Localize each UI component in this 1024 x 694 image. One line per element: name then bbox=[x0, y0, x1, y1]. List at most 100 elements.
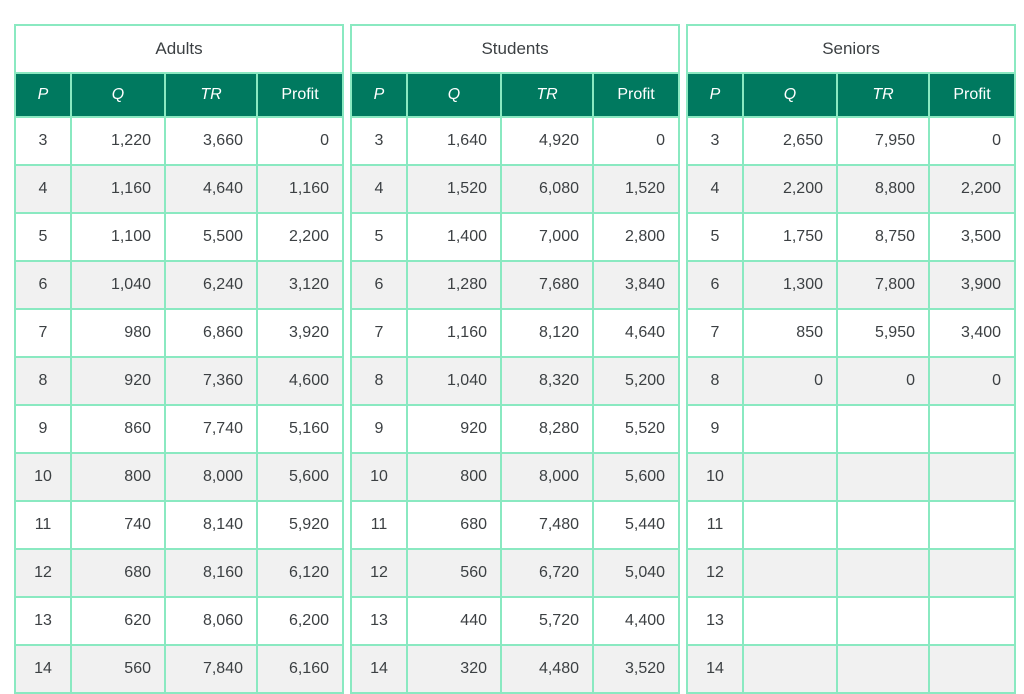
cell-profit: 2,200 bbox=[258, 214, 344, 262]
cell-profit: 0 bbox=[258, 118, 344, 166]
cell-profit: 3,400 bbox=[930, 310, 1017, 358]
cell-p: 4 bbox=[14, 166, 72, 214]
cell-p: 12 bbox=[686, 550, 744, 598]
cell-profit: 5,600 bbox=[258, 454, 344, 502]
cell-profit: 3,500 bbox=[930, 214, 1017, 262]
cell-profit: 6,160 bbox=[258, 646, 344, 694]
cell-tr: 7,840 bbox=[166, 646, 258, 694]
cell-tr: 4,640 bbox=[166, 166, 258, 214]
table-row: 11 740 8,140 5,920 bbox=[14, 502, 344, 550]
cell-p: 7 bbox=[686, 310, 744, 358]
cell-profit: 3,520 bbox=[594, 646, 681, 694]
cell-profit bbox=[930, 646, 1017, 694]
cell-tr: 8,750 bbox=[838, 214, 930, 262]
cell-p: 8 bbox=[350, 358, 408, 406]
group-block-adults: Adults P Q TR Profit 3 1,220 3,660 0 4 1,160 4,640 1… bbox=[14, 24, 344, 694]
cell-q: 320 bbox=[408, 646, 502, 694]
table-row: 3 2,650 7,950 0 bbox=[686, 118, 1017, 166]
cell-tr bbox=[838, 502, 930, 550]
cell-p: 11 bbox=[350, 502, 408, 550]
cell-tr: 8,320 bbox=[502, 358, 594, 406]
cell-tr: 5,950 bbox=[838, 310, 930, 358]
cell-q bbox=[744, 502, 838, 550]
cell-q: 920 bbox=[72, 358, 166, 406]
cell-p: 6 bbox=[14, 262, 72, 310]
group-title: Students bbox=[350, 24, 681, 74]
cell-tr: 0 bbox=[838, 358, 930, 406]
cell-p: 14 bbox=[686, 646, 744, 694]
cell-p: 11 bbox=[686, 502, 744, 550]
cell-q: 2,650 bbox=[744, 118, 838, 166]
column-header-q: Q bbox=[744, 74, 838, 118]
table-row: 10 bbox=[686, 454, 1017, 502]
cell-tr: 7,950 bbox=[838, 118, 930, 166]
group-title-row: Seniors bbox=[686, 24, 1017, 74]
cell-p: 7 bbox=[350, 310, 408, 358]
cell-q: 680 bbox=[408, 502, 502, 550]
cell-q: 1,300 bbox=[744, 262, 838, 310]
cell-p: 9 bbox=[350, 406, 408, 454]
cell-q: 1,040 bbox=[72, 262, 166, 310]
cell-q: 1,040 bbox=[408, 358, 502, 406]
cell-q: 740 bbox=[72, 502, 166, 550]
cell-q: 1,520 bbox=[408, 166, 502, 214]
cell-p: 6 bbox=[350, 262, 408, 310]
table-row: 14 bbox=[686, 646, 1017, 694]
cell-profit: 3,840 bbox=[594, 262, 681, 310]
cell-profit bbox=[930, 454, 1017, 502]
cell-p: 14 bbox=[14, 646, 72, 694]
cell-profit: 5,920 bbox=[258, 502, 344, 550]
cell-tr bbox=[838, 406, 930, 454]
table-row: 9 bbox=[686, 406, 1017, 454]
cell-q: 800 bbox=[72, 454, 166, 502]
cell-q: 620 bbox=[72, 598, 166, 646]
column-header-p: P bbox=[350, 74, 408, 118]
table-row: 5 1,400 7,000 2,800 bbox=[350, 214, 681, 262]
cell-p: 10 bbox=[14, 454, 72, 502]
table-row: 7 980 6,860 3,920 bbox=[14, 310, 344, 358]
cell-profit: 0 bbox=[930, 358, 1017, 406]
cell-p: 3 bbox=[14, 118, 72, 166]
cell-tr: 7,800 bbox=[838, 262, 930, 310]
group-table-seniors: Seniors P Q TR Profit 3 2,650 7,950 0 4 2,200 8,800… bbox=[686, 24, 1017, 694]
cell-tr: 8,060 bbox=[166, 598, 258, 646]
table-row: 6 1,300 7,800 3,900 bbox=[686, 262, 1017, 310]
cell-p: 9 bbox=[686, 406, 744, 454]
cell-tr: 8,000 bbox=[166, 454, 258, 502]
cell-profit: 5,440 bbox=[594, 502, 681, 550]
table-row: 6 1,280 7,680 3,840 bbox=[350, 262, 681, 310]
cell-p: 4 bbox=[686, 166, 744, 214]
cell-profit: 1,520 bbox=[594, 166, 681, 214]
cell-tr: 6,240 bbox=[166, 262, 258, 310]
table-row: 12 bbox=[686, 550, 1017, 598]
cell-p: 3 bbox=[350, 118, 408, 166]
cell-q: 1,220 bbox=[72, 118, 166, 166]
column-header-row: P Q TR Profit bbox=[686, 74, 1017, 118]
table-row: 11 bbox=[686, 502, 1017, 550]
group-title: Adults bbox=[14, 24, 344, 74]
cell-p: 13 bbox=[686, 598, 744, 646]
cell-tr: 4,480 bbox=[502, 646, 594, 694]
cell-tr: 8,160 bbox=[166, 550, 258, 598]
cell-profit: 2,200 bbox=[930, 166, 1017, 214]
cell-profit: 5,600 bbox=[594, 454, 681, 502]
cell-q: 1,750 bbox=[744, 214, 838, 262]
cell-tr: 5,500 bbox=[166, 214, 258, 262]
column-header-profit: Profit bbox=[930, 74, 1017, 118]
cell-tr: 8,000 bbox=[502, 454, 594, 502]
table-row: 9 860 7,740 5,160 bbox=[14, 406, 344, 454]
cell-tr: 8,120 bbox=[502, 310, 594, 358]
table-row: 4 1,160 4,640 1,160 bbox=[14, 166, 344, 214]
cell-tr bbox=[838, 454, 930, 502]
cell-q: 2,200 bbox=[744, 166, 838, 214]
cell-p: 11 bbox=[14, 502, 72, 550]
cell-tr: 6,080 bbox=[502, 166, 594, 214]
table-row: 10 800 8,000 5,600 bbox=[14, 454, 344, 502]
cell-q: 800 bbox=[408, 454, 502, 502]
cell-p: 3 bbox=[686, 118, 744, 166]
group-table-students: Students P Q TR Profit 3 1,640 4,920 0 4 1,520 6,08… bbox=[350, 24, 681, 694]
cell-q bbox=[744, 406, 838, 454]
column-header-tr: TR bbox=[502, 74, 594, 118]
cell-p: 10 bbox=[686, 454, 744, 502]
cell-tr: 8,280 bbox=[502, 406, 594, 454]
